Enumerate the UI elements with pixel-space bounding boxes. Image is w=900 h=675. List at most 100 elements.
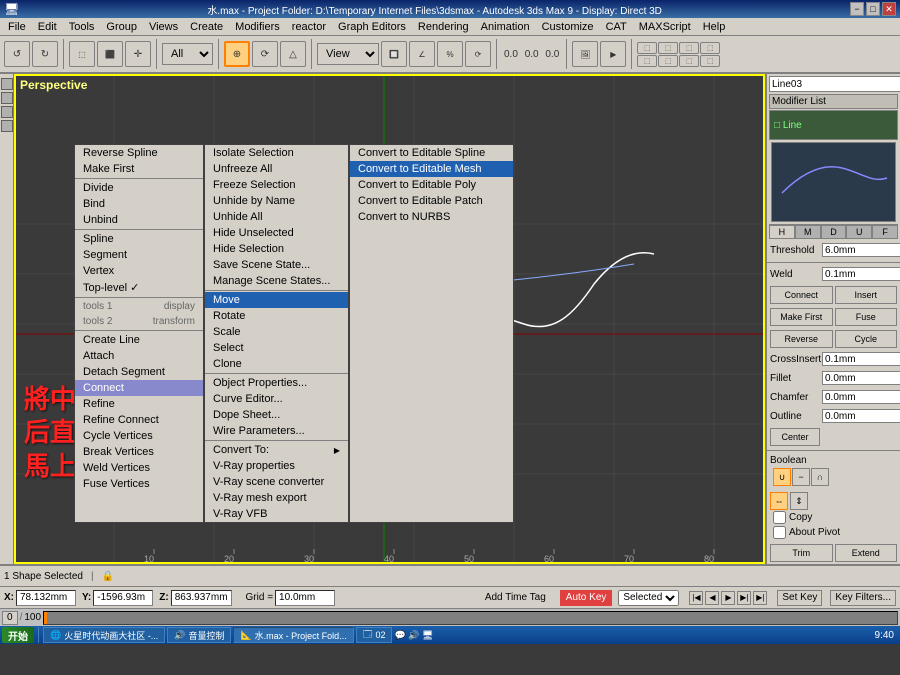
menu-help[interactable]: Help bbox=[697, 18, 732, 35]
ctx-refine[interactable]: Refine bbox=[75, 396, 203, 412]
ctx-spline[interactable]: Spline bbox=[75, 231, 203, 247]
boolean-intersect-btn[interactable]: ∩ bbox=[811, 468, 829, 486]
viewport-area[interactable]: 10 20 30 40 50 60 70 80 Pers bbox=[14, 74, 765, 564]
ctx-reverse-spline[interactable]: Reverse Spline bbox=[75, 145, 203, 161]
fillet-input[interactable] bbox=[822, 371, 900, 385]
tab-u[interactable]: U bbox=[846, 225, 872, 239]
ctx-curve-editor[interactable]: Curve Editor... bbox=[205, 391, 348, 407]
ctx-segment[interactable]: Segment bbox=[75, 247, 203, 263]
ctx-convert-editable-spline[interactable]: Convert to Editable Spline bbox=[350, 145, 513, 161]
ctx-tools2[interactable]: tools 2transform bbox=[75, 314, 203, 329]
ctx-tools1[interactable]: tools 1display bbox=[75, 299, 203, 314]
render-button[interactable]: ▶ bbox=[600, 41, 626, 67]
add-time-tag-btn[interactable]: Add Time Tag bbox=[485, 592, 546, 603]
move-transform-button[interactable]: ⊕ bbox=[224, 41, 250, 67]
mirror-h-btn[interactable]: ⇕ bbox=[790, 492, 808, 510]
undo-button[interactable]: ↺ bbox=[4, 41, 30, 67]
ctx-cycle-vertices[interactable]: Cycle Vertices bbox=[75, 428, 203, 444]
threshold-input[interactable] bbox=[822, 243, 900, 257]
ctx-create-line[interactable]: Create Line bbox=[75, 332, 203, 348]
rotate-transform-button[interactable]: ⟳ bbox=[252, 41, 278, 67]
ctx-hide-unselected[interactable]: Hide Unselected bbox=[205, 225, 348, 241]
ctx-convert-nurbs[interactable]: Convert to NURBS bbox=[350, 209, 513, 225]
ctx-freeze-selection[interactable]: Freeze Selection bbox=[205, 177, 348, 193]
ctx-vray-scene-conv[interactable]: V-Ray scene converter bbox=[205, 474, 348, 490]
ctx-unbind[interactable]: Unbind bbox=[75, 212, 203, 228]
play-btn[interactable]: ▶ bbox=[721, 591, 735, 605]
move-button[interactable]: ✛ bbox=[125, 41, 151, 67]
go-start-btn[interactable]: |◀ bbox=[689, 591, 703, 605]
timeline-track[interactable] bbox=[43, 611, 898, 625]
menu-rendering[interactable]: Rendering bbox=[412, 18, 475, 35]
taskbar-ie-btn[interactable]: 🌐 火星时代动画大社区 -... bbox=[43, 627, 165, 643]
tb-icon-6[interactable]: ⬚ bbox=[658, 55, 678, 67]
center-btn[interactable]: Center bbox=[770, 428, 820, 446]
render-setup-button[interactable]: 🖼 bbox=[572, 41, 598, 67]
ctx-attach[interactable]: Attach bbox=[75, 348, 203, 364]
ctx-unhide-all[interactable]: Unhide All bbox=[205, 209, 348, 225]
ctx-isolate-selection[interactable]: Isolate Selection bbox=[205, 145, 348, 161]
ctx-unhide-by-name[interactable]: Unhide by Name bbox=[205, 193, 348, 209]
lt-btn-4[interactable] bbox=[1, 120, 13, 132]
menu-cat[interactable]: CAT bbox=[600, 18, 633, 35]
cycle-btn[interactable]: Cycle bbox=[835, 330, 898, 348]
ctx-divide[interactable]: Divide bbox=[75, 180, 203, 196]
menu-reactor[interactable]: reactor bbox=[286, 18, 332, 35]
maximize-button[interactable]: □ bbox=[866, 2, 880, 16]
tab-f[interactable]: F bbox=[872, 225, 898, 239]
start-button[interactable]: 开始 bbox=[2, 627, 34, 643]
auto-key-btn[interactable]: Auto Key bbox=[560, 590, 613, 606]
y-value[interactable]: -1596.93m bbox=[93, 590, 153, 606]
ctx-fuse-vertices[interactable]: Fuse Vertices bbox=[75, 476, 203, 492]
prev-frame-btn[interactable]: ◀ bbox=[705, 591, 719, 605]
ctx-wire-parameters[interactable]: Wire Parameters... bbox=[205, 423, 348, 439]
menu-maxscript[interactable]: MAXScript bbox=[633, 18, 697, 35]
ctx-move[interactable]: Move bbox=[205, 292, 348, 308]
outline-input[interactable] bbox=[822, 409, 900, 423]
make-first-btn[interactable]: Make First bbox=[770, 308, 833, 326]
boolean-subtract-btn[interactable]: − bbox=[792, 468, 810, 486]
tb-icon-7[interactable]: ⬚ bbox=[679, 55, 699, 67]
minimize-button[interactable]: − bbox=[850, 2, 864, 16]
ctx-detach-segment[interactable]: Detach Segment bbox=[75, 364, 203, 380]
menu-tools[interactable]: Tools bbox=[63, 18, 101, 35]
ctx-make-first[interactable]: Make First bbox=[75, 161, 203, 177]
lt-btn-2[interactable] bbox=[1, 92, 13, 104]
tb-icon-1[interactable]: ⬚ bbox=[637, 42, 657, 54]
tb-icon-4[interactable]: ⬚ bbox=[700, 42, 720, 54]
ctx-unfreeze-all[interactable]: Unfreeze All bbox=[205, 161, 348, 177]
next-frame-btn[interactable]: ▶| bbox=[737, 591, 751, 605]
crossinsert-input[interactable] bbox=[822, 352, 900, 366]
ctx-vertex[interactable]: Vertex bbox=[75, 263, 203, 279]
mirror-icon-btn[interactable]: ⇔ bbox=[770, 492, 788, 510]
tb-icon-2[interactable]: ⬚ bbox=[658, 42, 678, 54]
modifier-list-box[interactable]: □ Line bbox=[769, 110, 898, 140]
ctx-convert-editable-mesh[interactable]: Convert to Editable Mesh bbox=[350, 161, 513, 177]
ctx-select-m[interactable]: Select bbox=[205, 340, 348, 356]
copy-checkbox[interactable] bbox=[773, 511, 786, 524]
insert-btn[interactable]: Insert bbox=[835, 286, 898, 304]
ctx-obj-properties[interactable]: Object Properties... bbox=[205, 375, 348, 391]
menu-create[interactable]: Create bbox=[184, 18, 229, 35]
menu-views[interactable]: Views bbox=[143, 18, 184, 35]
percent-snap-button[interactable]: % bbox=[437, 41, 463, 67]
ctx-top-level[interactable]: Top-level ✓ bbox=[75, 279, 203, 296]
tab-d[interactable]: D bbox=[821, 225, 847, 239]
boolean-union-btn[interactable]: ∪ bbox=[773, 468, 791, 486]
lt-btn-1[interactable] bbox=[1, 78, 13, 90]
ctx-dope-sheet[interactable]: Dope Sheet... bbox=[205, 407, 348, 423]
tab-m[interactable]: M bbox=[795, 225, 821, 239]
ctx-save-scene-state[interactable]: Save Scene State... bbox=[205, 257, 348, 273]
fuse-btn[interactable]: Fuse bbox=[835, 308, 898, 326]
go-end-btn[interactable]: ▶| bbox=[753, 591, 767, 605]
reverse-btn[interactable]: Reverse bbox=[770, 330, 833, 348]
tb-icon-5[interactable]: ⬚ bbox=[637, 55, 657, 67]
menu-customize[interactable]: Customize bbox=[536, 18, 600, 35]
select-button[interactable]: ⬚ bbox=[69, 41, 95, 67]
ctx-weld-vertices[interactable]: Weld Vertices bbox=[75, 460, 203, 476]
ctx-convert-to[interactable]: Convert To:▶ bbox=[205, 442, 348, 458]
chamfer-input[interactable] bbox=[822, 390, 900, 404]
x-value[interactable]: 78.132mm bbox=[16, 590, 76, 606]
extend-btn[interactable]: Extend bbox=[835, 544, 898, 562]
key-filters-btn[interactable]: Key Filters... bbox=[830, 590, 896, 606]
